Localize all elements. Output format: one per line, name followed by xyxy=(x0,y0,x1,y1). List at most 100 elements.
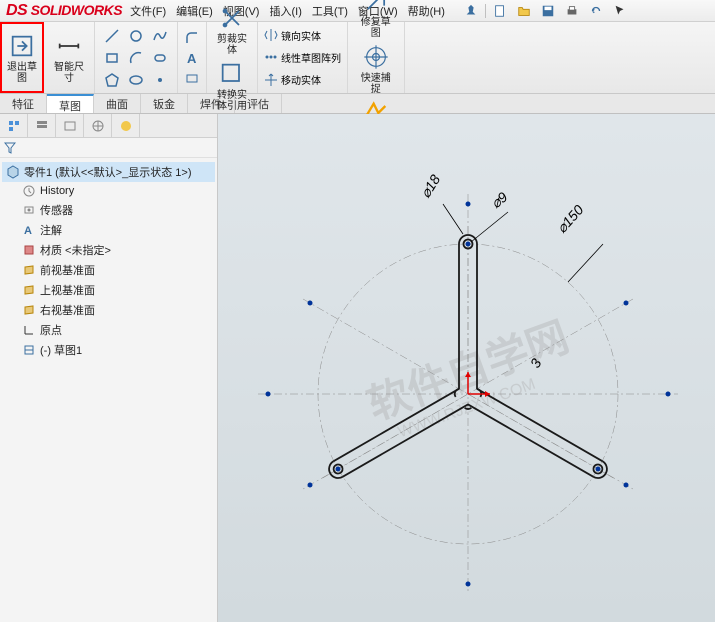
tab-sketch[interactable]: 草图 xyxy=(47,94,94,113)
svg-text:⌀9: ⌀9 xyxy=(488,188,511,211)
tree-material-label: 材质 <未指定> xyxy=(40,242,111,258)
move-icon xyxy=(264,73,278,87)
menu-help[interactable]: 帮助(H) xyxy=(408,3,445,19)
polygon-tool[interactable] xyxy=(101,70,123,90)
dimension-d3[interactable]: 3 xyxy=(527,356,545,371)
linear-pattern-icon xyxy=(264,50,278,64)
tree-origin-label: 原点 xyxy=(40,322,62,338)
graphics-area[interactable]: 软件自学网 WWW.RJZXW.COM xyxy=(218,114,715,622)
circle-tool[interactable] xyxy=(125,26,147,46)
text-tool[interactable]: A xyxy=(184,50,200,66)
tab-weldments[interactable]: 焊件 xyxy=(188,94,235,113)
move-button[interactable]: 移动实体 xyxy=(264,72,321,87)
tree-sketch1[interactable]: (-) 草图1 xyxy=(2,340,215,360)
sketch-drawing: ⌀18 ⌀9 ⌀150 3 xyxy=(218,114,715,622)
arc-tool[interactable] xyxy=(125,48,147,68)
save-icon[interactable] xyxy=(538,2,558,20)
tree-origin[interactable]: 原点 xyxy=(2,320,215,340)
linear-pattern-button[interactable]: 线性草图阵列 xyxy=(264,50,341,65)
svg-text:⌀18: ⌀18 xyxy=(417,172,443,201)
plane-tool[interactable] xyxy=(184,70,200,86)
smart-dimension-button[interactable]: 智能尺寸 xyxy=(50,30,88,86)
sketch-point xyxy=(466,202,471,207)
convert-icon xyxy=(218,60,246,88)
tree-top-plane[interactable]: 上视基准面 xyxy=(2,280,215,300)
dimension-d18[interactable]: ⌀18 xyxy=(417,172,463,234)
tree-right-plane[interactable]: 右视基准面 xyxy=(2,300,215,320)
sketch-point xyxy=(266,392,271,397)
tree-filter-row xyxy=(0,138,217,158)
pushpin-icon[interactable] xyxy=(461,2,481,20)
open-icon[interactable] xyxy=(514,2,534,20)
dimension-d150[interactable]: ⌀150 xyxy=(553,202,603,282)
mirror-label: 镜向实体 xyxy=(281,28,321,43)
separator xyxy=(485,4,486,18)
svg-text:A: A xyxy=(24,225,32,236)
sketch-point xyxy=(466,582,471,587)
tree-sensors[interactable]: 传感器 xyxy=(2,200,215,220)
slot-tool[interactable] xyxy=(149,48,171,68)
feature-tree-tab[interactable] xyxy=(0,114,28,137)
quick-snap-icon xyxy=(362,43,390,71)
exit-sketch-group-highlighted: 退出草图 xyxy=(0,22,44,93)
select-icon[interactable] xyxy=(610,2,630,20)
menu-edit[interactable]: 编辑(E) xyxy=(176,3,213,19)
mirror-icon xyxy=(264,28,278,42)
new-icon[interactable] xyxy=(490,2,510,20)
quick-snap-label: 快速捕捉 xyxy=(361,73,391,95)
tab-features[interactable]: 特征 xyxy=(0,94,47,113)
fillet-tool[interactable] xyxy=(184,30,200,46)
tree-root-part[interactable]: 零件1 (默认<<默认>_显示状态 1>) xyxy=(2,162,215,182)
dimxpert-tab[interactable] xyxy=(84,114,112,137)
exit-sketch-button[interactable]: 退出草图 xyxy=(3,30,41,86)
tree-annotations[interactable]: A 注解 xyxy=(2,220,215,240)
quick-snap-button[interactable]: 快速捕捉 xyxy=(357,41,395,97)
trim-button[interactable]: 剪裁实体 xyxy=(213,2,251,58)
menu-insert[interactable]: 插入(I) xyxy=(269,3,301,19)
dimension-d9[interactable]: ⌀9 xyxy=(471,188,511,242)
ribbon-toolbar: 退出草图 智能尺寸 A 构造几何线 xyxy=(0,22,715,94)
rectangle-tool[interactable] xyxy=(101,48,123,68)
menu-tools[interactable]: 工具(T) xyxy=(312,3,348,19)
print-icon[interactable] xyxy=(562,2,582,20)
sketch-point xyxy=(666,392,671,397)
funnel-icon[interactable] xyxy=(4,142,16,154)
repair-sketch-button[interactable]: 修复草图 xyxy=(357,0,395,41)
trim-icon xyxy=(218,4,246,32)
tab-sheetmetal[interactable]: 钣金 xyxy=(141,94,188,113)
mirror-button[interactable]: 镜向实体 xyxy=(264,28,321,43)
tab-surfaces[interactable]: 曲面 xyxy=(94,94,141,113)
tree-annotations-label: 注解 xyxy=(40,222,62,238)
spline-tool[interactable] xyxy=(149,26,171,46)
repair-icon xyxy=(362,0,390,15)
tree-material[interactable]: 材质 <未指定> xyxy=(2,240,215,260)
tree-history[interactable]: History xyxy=(2,182,215,200)
ellipse-tool[interactable] xyxy=(125,70,147,90)
sketch-point xyxy=(336,467,341,472)
sketch-point xyxy=(596,467,601,472)
tab-evaluate[interactable]: 评估 xyxy=(235,94,282,113)
line-tool[interactable] xyxy=(101,26,123,46)
quick-access-toolbar xyxy=(461,2,630,20)
display-manager-tab[interactable] xyxy=(112,114,140,137)
feature-manager-panel: 零件1 (默认<<默认>_显示状态 1>) History 传感器 A 注解 材… xyxy=(0,114,218,622)
undo-icon[interactable] xyxy=(586,2,606,20)
sketch-point xyxy=(624,301,629,306)
configuration-tab[interactable] xyxy=(56,114,84,137)
tree-front-plane[interactable]: 前视基准面 xyxy=(2,260,215,280)
property-manager-tab[interactable] xyxy=(28,114,56,137)
history-icon xyxy=(22,184,36,198)
move-label: 移动实体 xyxy=(281,72,321,87)
sketch-icon xyxy=(22,343,36,357)
menu-file[interactable]: 文件(F) xyxy=(130,3,166,19)
svg-text:A: A xyxy=(187,51,197,66)
part-icon xyxy=(6,165,20,179)
material-icon xyxy=(22,243,36,257)
repair-label: 修复草图 xyxy=(361,17,391,39)
exit-sketch-icon xyxy=(8,32,36,60)
sketch-point xyxy=(466,242,471,247)
tree-top-plane-label: 上视基准面 xyxy=(40,282,95,298)
point-tool[interactable] xyxy=(149,70,171,90)
tree-history-label: History xyxy=(40,185,74,197)
pattern-group: 镜向实体 线性草图阵列 移动实体 xyxy=(258,22,348,93)
